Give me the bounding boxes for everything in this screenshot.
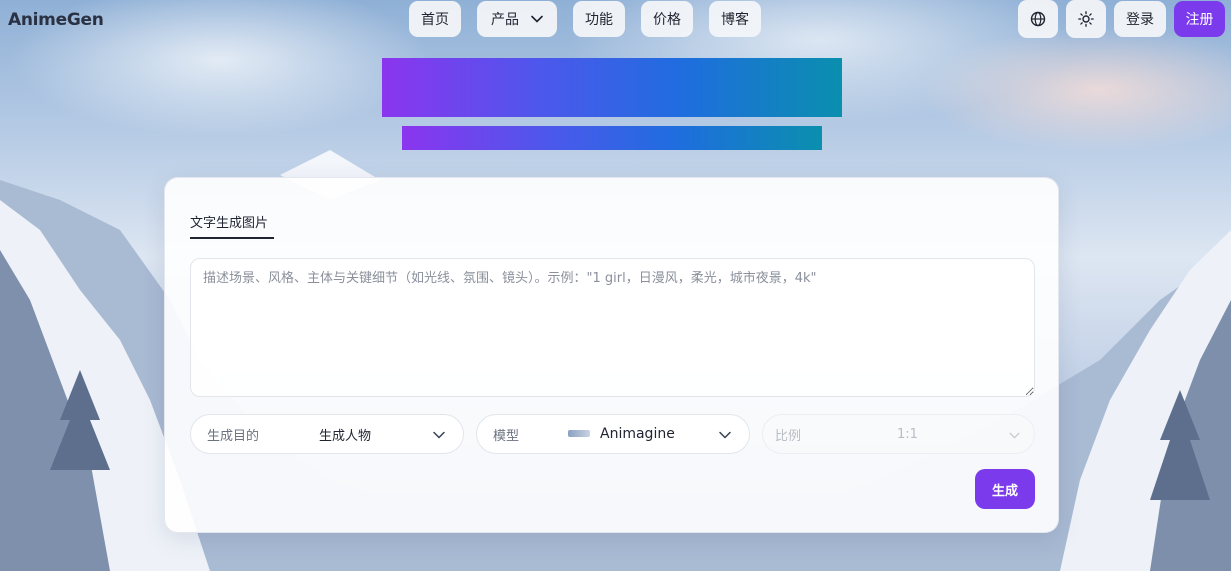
tab-text-to-image[interactable]: 文字生成图片 [190,212,268,231]
login-button[interactable]: 登录 [1114,1,1166,37]
generator-card: 文字生成图片 生成目的 生成人物 模型 Animagine 比例 1:1 生成 [164,177,1059,533]
nav-home-label: 首页 [421,12,449,28]
nav-blog-label: 博客 [721,12,749,28]
nav-products[interactable]: 产品 [477,1,557,37]
model-value: Animagine [600,426,675,442]
purpose-value: 生成人物 [319,428,372,444]
nav-pricing[interactable]: 价格 [641,1,693,37]
chevron-down-icon [433,428,445,443]
nav-pricing-label: 价格 [653,12,681,28]
chevron-down-icon [719,428,731,443]
purpose-label: 生成目的 [207,428,260,444]
brand-logo[interactable]: AnimeGen [8,10,104,30]
theme-toggle-button[interactable] [1066,0,1106,38]
login-label: 登录 [1126,12,1154,28]
tab-active-indicator [190,237,274,239]
globe-icon [1030,11,1046,27]
nav-blog[interactable]: 博客 [709,1,761,37]
nav-features[interactable]: 功能 [573,1,625,37]
chevron-down-icon [1009,428,1020,443]
chevron-down-icon [531,15,543,23]
model-logo-icon [568,430,590,437]
hero-title-bar [382,58,842,117]
signup-button[interactable]: 注册 [1174,1,1225,37]
model-select[interactable]: 模型 Animagine [476,414,750,454]
generate-button[interactable]: 生成 [975,469,1035,509]
hero-subtitle-bar [402,126,822,150]
sun-icon [1078,11,1094,27]
prompt-input[interactable] [190,258,1035,397]
language-button[interactable] [1018,0,1058,38]
nav-home[interactable]: 首页 [409,1,461,37]
nav-products-label: 产品 [491,12,519,28]
nav-features-label: 功能 [585,12,613,28]
ratio-label: 比例 [775,428,802,444]
ratio-select[interactable]: 比例 1:1 [762,414,1035,454]
purpose-select[interactable]: 生成目的 生成人物 [190,414,464,454]
model-label: 模型 [493,428,520,444]
ratio-value: 1:1 [897,426,918,442]
signup-label: 注册 [1185,12,1214,28]
